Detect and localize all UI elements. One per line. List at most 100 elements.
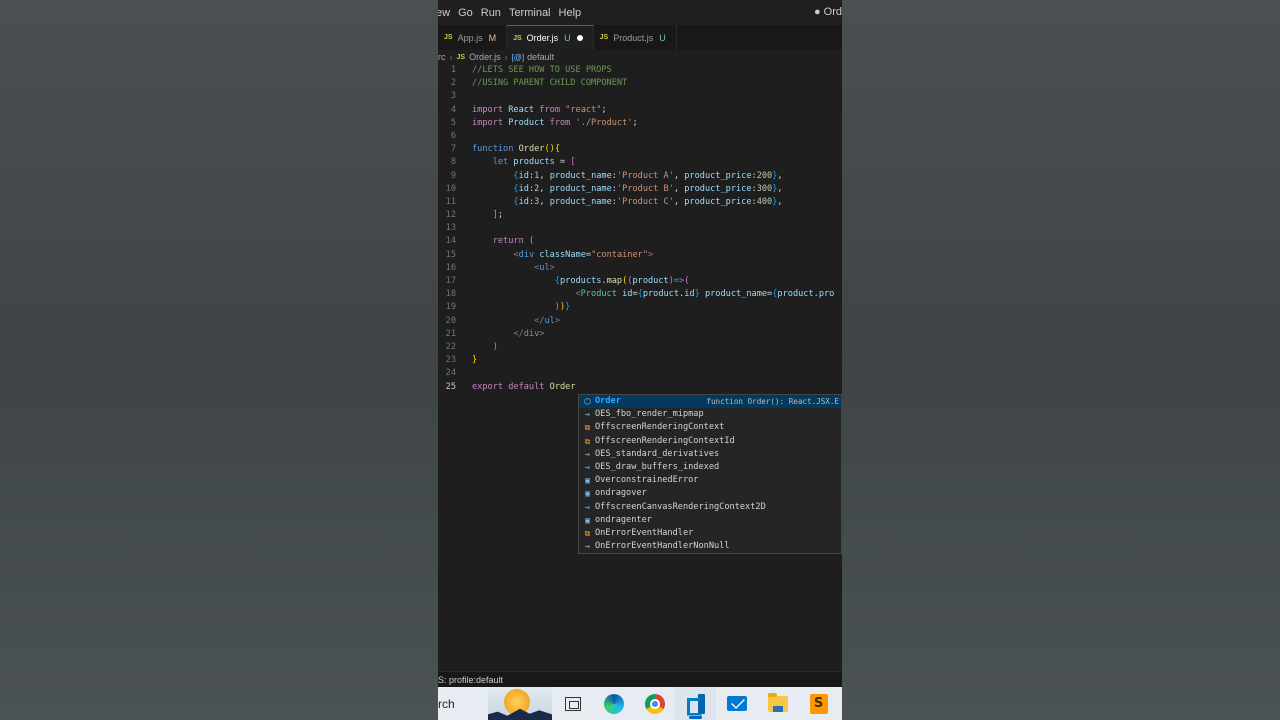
window-title: ● Ord [813, 6, 842, 18]
breadcrumb-file[interactable]: Order.js [469, 52, 501, 62]
menu-run[interactable]: Run [481, 7, 509, 19]
line-number: 2 [450, 78, 456, 89]
task-view-icon[interactable] [552, 687, 593, 720]
breadcrumb-folder[interactable]: rc [438, 52, 446, 62]
line-number: 3 [450, 91, 456, 102]
suggestion-item[interactable]: ⊸ OES_standard_derivatives [579, 448, 841, 461]
suggestion-item[interactable]: ⊸ OES_draw_buffers_indexed [579, 461, 841, 474]
class-icon: ⧉ [584, 436, 591, 446]
line-number: 8 [450, 157, 456, 168]
windows-taskbar: rch S [438, 687, 842, 720]
line-number: 12 [445, 210, 456, 221]
breadcrumb: rc › JS Order.js › [@] default [438, 50, 842, 64]
suggestion-item[interactable]: ⬡ Order function Order(): React.JSX.E [579, 395, 841, 409]
code-line: 24 [438, 367, 842, 380]
menu-help[interactable]: Help [559, 7, 590, 19]
module-icon: ⬡ [584, 397, 591, 406]
menu-terminal[interactable]: Terminal [509, 7, 559, 19]
line-number: 6 [450, 130, 456, 141]
line-number: 21 [445, 328, 456, 339]
code-line: 9 {id:1, product_name:'Product A', produ… [438, 170, 842, 183]
git-status-badge: M [488, 32, 497, 43]
line-number: 15 [445, 249, 456, 260]
suggestion-item[interactable]: ⧉ OnErrorEventHandler [579, 527, 841, 540]
taskbar-search[interactable]: rch [438, 697, 488, 711]
suggestion-item[interactable]: ⧉ OffscreenRenderingContextId [579, 435, 841, 448]
line-number: 23 [445, 355, 456, 366]
edge-icon[interactable] [593, 687, 634, 720]
tab-order-js[interactable]: JS Order.js U [507, 25, 594, 50]
code-line: 23} [438, 354, 842, 367]
line-number: 18 [445, 289, 456, 300]
property-icon: ⊸ [585, 542, 590, 552]
mail-icon[interactable] [716, 687, 757, 720]
javascript-file-icon: JS [456, 53, 466, 61]
tab-product-js[interactable]: JS Product.js U [594, 25, 677, 50]
variable-icon: ▣ [585, 515, 590, 525]
code-line: 21 </div> [438, 328, 842, 341]
breadcrumb-symbol[interactable]: default [527, 52, 554, 62]
javascript-file-icon: JS [444, 34, 453, 41]
suggestion-item[interactable]: ▣ ondragover [579, 487, 841, 500]
suggestion-item[interactable]: ⊸ OffscreenCanvasRenderingContext2D [579, 501, 841, 514]
property-icon: ⊸ [585, 410, 590, 420]
code-line: 8 let products = [ [438, 156, 842, 169]
class-icon: ⧉ [584, 528, 591, 538]
line-number: 7 [450, 144, 456, 155]
code-line: 14 return ( [438, 235, 842, 248]
search-highlight-image[interactable] [488, 687, 552, 720]
git-status-badge: U [659, 32, 666, 43]
chrome-icon[interactable] [634, 687, 675, 720]
suggestion-item[interactable]: ⊸ OES_fbo_render_mipmap [579, 408, 841, 421]
code-line: 5 import Product from './Product'; [438, 117, 842, 130]
code-line: 7 function Order(){ [438, 143, 842, 156]
code-line-current: 25 export default Order [438, 381, 842, 394]
line-number: 22 [445, 341, 456, 352]
blurred-background-right [842, 0, 1280, 720]
line-number: 10 [445, 183, 456, 194]
property-icon: ⊸ [585, 449, 590, 459]
file-explorer-icon[interactable] [757, 687, 798, 720]
code-line: 17 {products.map((product)=>( [438, 275, 842, 288]
line-number: 14 [445, 236, 456, 247]
unsaved-dot-icon[interactable] [576, 35, 583, 41]
chevron-right-icon: › [449, 52, 453, 62]
suggestion-item[interactable]: ▣ ondragenter [579, 514, 841, 527]
code-line: 16 <ul> [438, 262, 842, 275]
suggestion-item[interactable]: ⊸ OnErrorEventHandlerNonNull [579, 540, 841, 553]
code-line: 12 ]; [438, 209, 842, 222]
tab-app-js[interactable]: JS App.js M [438, 25, 508, 50]
menu-go[interactable]: Go [458, 7, 481, 19]
menu-view[interactable]: ew [438, 7, 458, 19]
status-profile[interactable]: S: profile:default [438, 675, 503, 685]
line-number: 9 [450, 170, 456, 181]
chevron-right-icon: › [504, 52, 508, 62]
tab-label: Product.js [613, 32, 654, 43]
vscode-window: ew Go Run Terminal Help ● Ord JS App.js … [438, 0, 842, 720]
suggestion-item[interactable]: ▣ OverconstrainedError [579, 474, 841, 487]
sublime-text-icon[interactable]: S [798, 687, 839, 720]
line-number: 25 [445, 381, 456, 392]
suggestion-item[interactable]: ⧉ OffscreenRenderingContext [579, 421, 841, 434]
code-line: 6 [438, 130, 842, 143]
vscode-icon[interactable] [675, 687, 716, 720]
javascript-file-icon: JS [513, 34, 522, 42]
editor-tabs: JS App.js M JS Order.js U JS Product.js … [438, 25, 842, 50]
blurred-background-left [0, 0, 438, 720]
code-line: 3 [438, 90, 842, 103]
line-number: 1 [450, 65, 456, 75]
line-number: 19 [445, 302, 456, 313]
variable-symbol-icon: [@] [511, 52, 525, 62]
autocomplete-suggestions: ⬡ Order function Order(): React.JSX.E ⊸ O… [578, 394, 842, 554]
code-line: 10 {id:2, product_name:'Product B', prod… [438, 183, 842, 196]
variable-icon: ▣ [585, 476, 590, 486]
line-number: 17 [445, 276, 456, 286]
suggestion-detail: function Order(): React.JSX.E [706, 397, 839, 406]
status-bar: S: profile:default [438, 671, 842, 687]
line-number: 20 [445, 315, 456, 326]
code-line: 1//LETS SEE HOW TO USE PROPS [438, 64, 842, 77]
code-line: 2//USING PARENT CHILD COMPONENT [438, 77, 842, 90]
code-editor[interactable]: 1//LETS SEE HOW TO USE PROPS 2//USING PA… [438, 64, 842, 394]
line-number: 4 [450, 104, 456, 115]
code-line: 18 <Product id={product.id} product_name… [438, 288, 842, 301]
